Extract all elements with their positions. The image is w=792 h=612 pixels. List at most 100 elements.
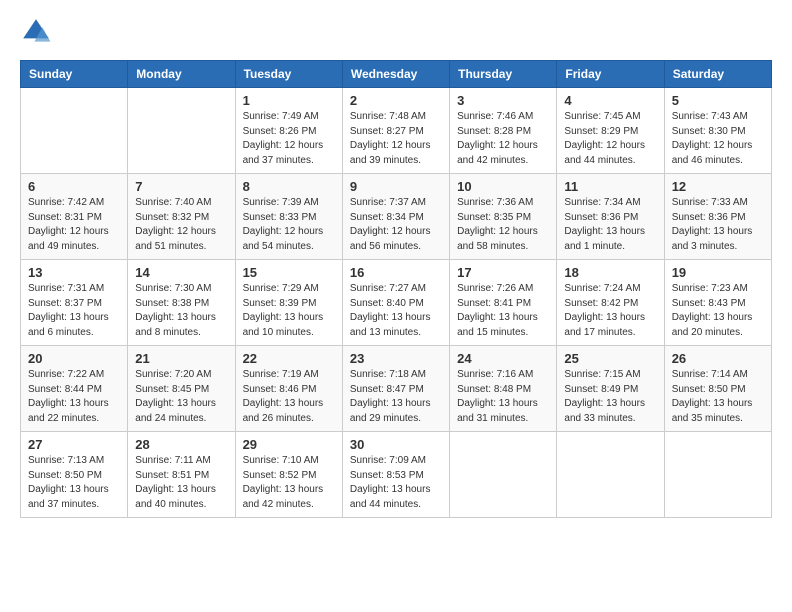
day-info: Sunrise: 7:11 AM Sunset: 8:51 PM Dayligh…	[135, 454, 227, 512]
day-cell: 10 Sunrise: 7:36 AM Sunset: 8:35 PM Dayli…	[450, 174, 557, 260]
header-cell-sunday: Sunday	[21, 61, 128, 88]
day-number: 24	[457, 351, 549, 366]
day-number: 10	[457, 179, 549, 194]
day-number: 13	[28, 265, 120, 280]
week-row-3: 20 Sunrise: 7:22 AM Sunset: 8:44 PM Dayli…	[21, 346, 772, 432]
day-cell: 12 Sunrise: 7:33 AM Sunset: 8:36 PM Dayli…	[664, 174, 771, 260]
day-number: 30	[350, 437, 442, 452]
day-info: Sunrise: 7:34 AM Sunset: 8:36 PM Dayligh…	[564, 196, 656, 254]
day-number: 26	[672, 351, 764, 366]
week-row-4: 27Sunrise: 7:13 AM Sunset: 8:50 PM Dayli…	[21, 432, 772, 518]
day-info: Sunrise: 7:22 AM Sunset: 8:44 PM Dayligh…	[28, 368, 120, 426]
logo	[20, 16, 56, 48]
day-number: 4	[564, 93, 656, 108]
day-cell: 28 Sunrise: 7:11 AM Sunset: 8:51 PM Dayli…	[128, 432, 235, 518]
day-cell: 15 Sunrise: 7:29 AM Sunset: 8:39 PM Dayli…	[235, 260, 342, 346]
day-cell: 26 Sunrise: 7:14 AM Sunset: 8:50 PM Dayli…	[664, 346, 771, 432]
day-number: 17	[457, 265, 549, 280]
day-info: Sunrise: 7:49 AM Sunset: 8:26 PM Dayligh…	[243, 110, 335, 168]
day-number: 8	[243, 179, 335, 194]
day-number: 6	[28, 179, 120, 194]
day-number: 11	[564, 179, 656, 194]
day-cell: 16Sunrise: 7:27 AM Sunset: 8:40 PM Dayli…	[342, 260, 449, 346]
day-cell: 7 Sunrise: 7:40 AM Sunset: 8:32 PM Daylig…	[128, 174, 235, 260]
day-cell	[21, 88, 128, 174]
header-cell-tuesday: Tuesday	[235, 61, 342, 88]
day-info: Sunrise: 7:40 AM Sunset: 8:32 PM Dayligh…	[135, 196, 227, 254]
day-info: Sunrise: 7:33 AM Sunset: 8:36 PM Dayligh…	[672, 196, 764, 254]
day-cell: 3Sunrise: 7:46 AM Sunset: 8:28 PM Daylig…	[450, 88, 557, 174]
day-cell: 22Sunrise: 7:19 AM Sunset: 8:46 PM Dayli…	[235, 346, 342, 432]
week-row-1: 6Sunrise: 7:42 AM Sunset: 8:31 PM Daylig…	[21, 174, 772, 260]
header-cell-wednesday: Wednesday	[342, 61, 449, 88]
header-cell-monday: Monday	[128, 61, 235, 88]
day-info: Sunrise: 7:27 AM Sunset: 8:40 PM Dayligh…	[350, 282, 442, 340]
day-cell: 8 Sunrise: 7:39 AM Sunset: 8:33 PM Daylig…	[235, 174, 342, 260]
page: SundayMondayTuesdayWednesdayThursdayFrid…	[0, 0, 792, 612]
header-row: SundayMondayTuesdayWednesdayThursdayFrid…	[21, 61, 772, 88]
header-cell-friday: Friday	[557, 61, 664, 88]
day-number: 29	[243, 437, 335, 452]
day-cell: 19Sunrise: 7:23 AM Sunset: 8:43 PM Dayli…	[664, 260, 771, 346]
day-cell: 29 Sunrise: 7:10 AM Sunset: 8:52 PM Dayli…	[235, 432, 342, 518]
day-info: Sunrise: 7:29 AM Sunset: 8:39 PM Dayligh…	[243, 282, 335, 340]
day-cell: 14 Sunrise: 7:30 AM Sunset: 8:38 PM Dayli…	[128, 260, 235, 346]
day-cell: 9 Sunrise: 7:37 AM Sunset: 8:34 PM Daylig…	[342, 174, 449, 260]
day-info: Sunrise: 7:10 AM Sunset: 8:52 PM Dayligh…	[243, 454, 335, 512]
day-number: 14	[135, 265, 227, 280]
day-cell	[450, 432, 557, 518]
day-number: 28	[135, 437, 227, 452]
day-cell: 20 Sunrise: 7:22 AM Sunset: 8:44 PM Dayli…	[21, 346, 128, 432]
day-number: 25	[564, 351, 656, 366]
day-info: Sunrise: 7:36 AM Sunset: 8:35 PM Dayligh…	[457, 196, 549, 254]
day-info: Sunrise: 7:24 AM Sunset: 8:42 PM Dayligh…	[564, 282, 656, 340]
day-cell: 13 Sunrise: 7:31 AM Sunset: 8:37 PM Dayli…	[21, 260, 128, 346]
day-info: Sunrise: 7:30 AM Sunset: 8:38 PM Dayligh…	[135, 282, 227, 340]
day-cell: 5 Sunrise: 7:43 AM Sunset: 8:30 PM Daylig…	[664, 88, 771, 174]
day-info: Sunrise: 7:14 AM Sunset: 8:50 PM Dayligh…	[672, 368, 764, 426]
day-cell: 18 Sunrise: 7:24 AM Sunset: 8:42 PM Dayli…	[557, 260, 664, 346]
day-number: 23	[350, 351, 442, 366]
day-number: 5	[672, 93, 764, 108]
day-info: Sunrise: 7:18 AM Sunset: 8:47 PM Dayligh…	[350, 368, 442, 426]
week-row-2: 13 Sunrise: 7:31 AM Sunset: 8:37 PM Dayli…	[21, 260, 772, 346]
day-info: Sunrise: 7:09 AM Sunset: 8:53 PM Dayligh…	[350, 454, 442, 512]
day-number: 2	[350, 93, 442, 108]
day-info: Sunrise: 7:37 AM Sunset: 8:34 PM Dayligh…	[350, 196, 442, 254]
day-number: 3	[457, 93, 549, 108]
day-info: Sunrise: 7:15 AM Sunset: 8:49 PM Dayligh…	[564, 368, 656, 426]
logo-icon	[20, 16, 52, 48]
day-info: Sunrise: 7:48 AM Sunset: 8:27 PM Dayligh…	[350, 110, 442, 168]
week-row-0: 1 Sunrise: 7:49 AM Sunset: 8:26 PM Daylig…	[21, 88, 772, 174]
day-number: 18	[564, 265, 656, 280]
day-number: 9	[350, 179, 442, 194]
header-cell-saturday: Saturday	[664, 61, 771, 88]
day-cell: 4 Sunrise: 7:45 AM Sunset: 8:29 PM Daylig…	[557, 88, 664, 174]
day-cell: 6Sunrise: 7:42 AM Sunset: 8:31 PM Daylig…	[21, 174, 128, 260]
day-cell: 23 Sunrise: 7:18 AM Sunset: 8:47 PM Dayli…	[342, 346, 449, 432]
day-cell	[128, 88, 235, 174]
day-cell: 2 Sunrise: 7:48 AM Sunset: 8:27 PM Daylig…	[342, 88, 449, 174]
calendar-table: SundayMondayTuesdayWednesdayThursdayFrid…	[20, 60, 772, 518]
day-cell: 1 Sunrise: 7:49 AM Sunset: 8:26 PM Daylig…	[235, 88, 342, 174]
day-info: Sunrise: 7:23 AM Sunset: 8:43 PM Dayligh…	[672, 282, 764, 340]
day-number: 15	[243, 265, 335, 280]
day-cell: 27Sunrise: 7:13 AM Sunset: 8:50 PM Dayli…	[21, 432, 128, 518]
day-number: 27	[28, 437, 120, 452]
day-number: 20	[28, 351, 120, 366]
day-info: Sunrise: 7:31 AM Sunset: 8:37 PM Dayligh…	[28, 282, 120, 340]
calendar-body: 1 Sunrise: 7:49 AM Sunset: 8:26 PM Daylig…	[21, 88, 772, 518]
day-cell	[557, 432, 664, 518]
day-info: Sunrise: 7:45 AM Sunset: 8:29 PM Dayligh…	[564, 110, 656, 168]
day-cell	[664, 432, 771, 518]
day-cell: 25 Sunrise: 7:15 AM Sunset: 8:49 PM Dayli…	[557, 346, 664, 432]
day-info: Sunrise: 7:43 AM Sunset: 8:30 PM Dayligh…	[672, 110, 764, 168]
header-cell-thursday: Thursday	[450, 61, 557, 88]
day-number: 7	[135, 179, 227, 194]
day-cell: 17Sunrise: 7:26 AM Sunset: 8:41 PM Dayli…	[450, 260, 557, 346]
day-cell: 30 Sunrise: 7:09 AM Sunset: 8:53 PM Dayli…	[342, 432, 449, 518]
day-number: 12	[672, 179, 764, 194]
day-number: 1	[243, 93, 335, 108]
day-info: Sunrise: 7:39 AM Sunset: 8:33 PM Dayligh…	[243, 196, 335, 254]
day-number: 21	[135, 351, 227, 366]
